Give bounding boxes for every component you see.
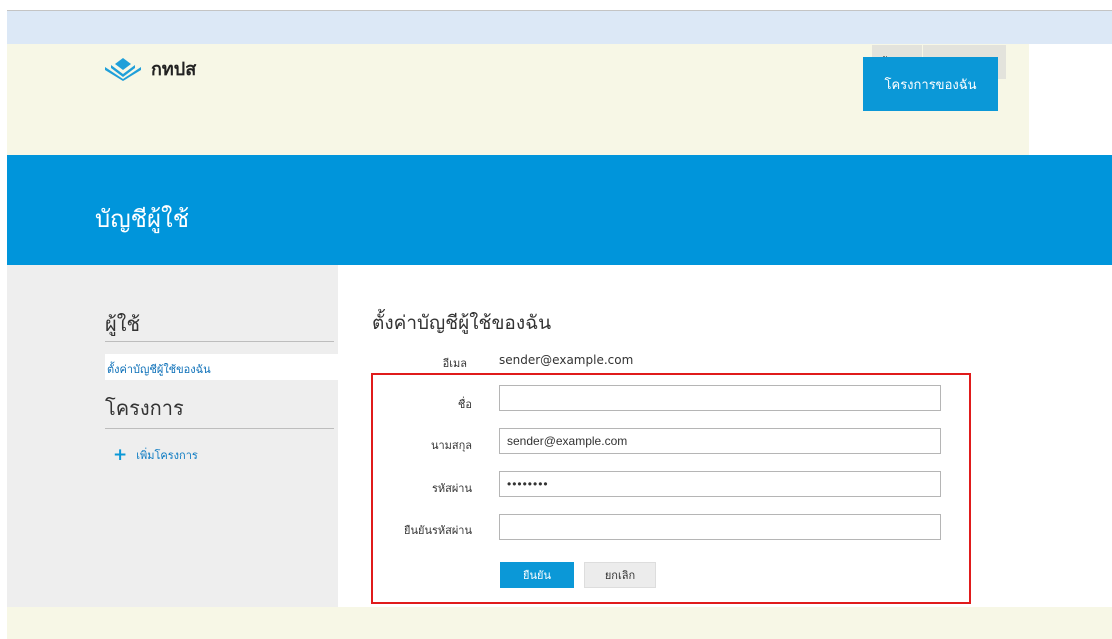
password-label: รหัสผ่าน	[431, 482, 472, 495]
sidebar-divider	[105, 428, 334, 429]
confirm-button[interactable]: ยืนยัน	[500, 562, 574, 588]
logo-icon	[105, 57, 141, 81]
last-name-field[interactable]	[499, 428, 941, 454]
first-name-label: ชื่อ	[457, 398, 472, 411]
sidebar-item-account-settings[interactable]: ตั้งค่าบัญชีผู้ใช้ของฉัน	[105, 354, 338, 380]
site-logo[interactable]: กทปส	[103, 54, 196, 83]
plus-icon: +	[113, 445, 128, 465]
header-right-strip	[1029, 44, 1112, 155]
section-title: ตั้งค่าบัญชีผู้ใช้ของฉัน	[372, 312, 552, 334]
sidebar-item-label: ตั้งค่าบัญชีผู้ใช้ของฉัน	[107, 363, 211, 376]
my-projects-tab[interactable]: โครงการของฉัน	[863, 57, 998, 111]
sidebar-heading-user: ผู้ใช้	[105, 312, 141, 336]
last-name-label: นามสกุล	[430, 439, 472, 452]
page-title: บัญชีผู้ใช้	[95, 205, 190, 233]
first-name-field[interactable]	[499, 385, 941, 411]
add-project-label: เพิ่มโครงการ	[136, 449, 198, 462]
email-value: sender@example.com	[499, 353, 634, 367]
page-footer	[7, 607, 1112, 639]
logo-text: กทปส	[151, 59, 197, 80]
confirm-password-field[interactable]	[499, 514, 941, 540]
sidebar-divider	[105, 341, 334, 342]
sidebar-heading-projects: โครงการ	[105, 396, 184, 420]
email-label: อีเมล	[442, 357, 467, 370]
browser-top-bar	[7, 10, 1112, 45]
confirm-password-label: ยืนยันรหัสผ่าน	[404, 524, 472, 537]
cancel-button[interactable]: ยกเลิก	[584, 562, 656, 588]
page-banner: บัญชีผู้ใช้	[7, 155, 1112, 265]
sidebar: ผู้ใช้ ตั้งค่าบัญชีผู้ใช้ของฉัน โครงการ …	[7, 265, 338, 607]
add-project-link[interactable]: + เพิ่มโครงการ	[113, 446, 198, 464]
password-field[interactable]	[499, 471, 941, 497]
